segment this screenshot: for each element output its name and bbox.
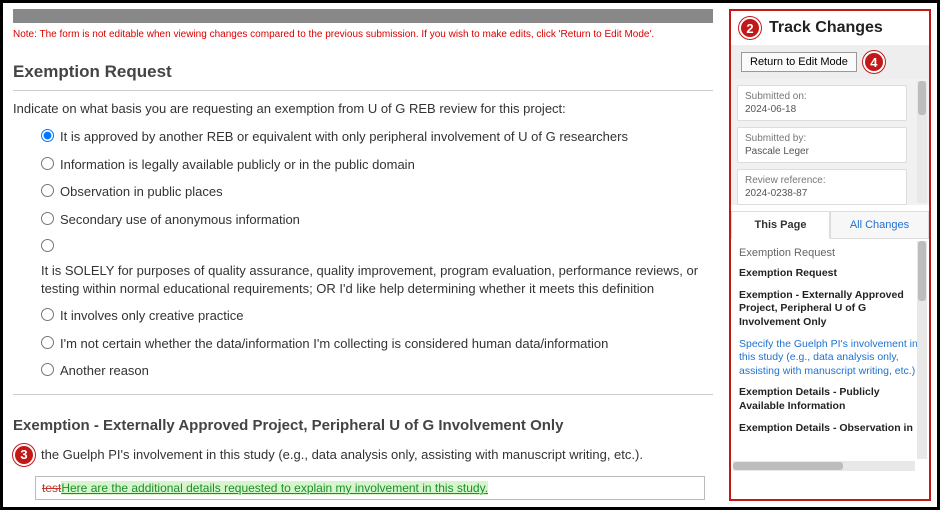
radio-1[interactable] (41, 157, 54, 170)
return-to-edit-button[interactable]: Return to Edit Mode (741, 52, 857, 72)
scrollbar-thumb[interactable] (918, 81, 926, 115)
meta-submitted-on: Submitted on: 2024-06-18 (737, 85, 907, 121)
callout-badge-2: 2 (739, 17, 761, 39)
meta-value: 2024-06-18 (745, 104, 899, 115)
panel-tabs: This Page All Changes (731, 211, 929, 239)
option-blank-solely[interactable] (41, 238, 713, 252)
meta-value: 2024-0238-87 (745, 188, 899, 199)
readonly-note: Note: The form is not editable when view… (13, 29, 713, 40)
radio-3[interactable] (41, 212, 54, 225)
list-scrollbar-vertical[interactable] (917, 241, 927, 459)
option-creative-practice[interactable]: It involves only creative practice (41, 307, 713, 325)
tab-all-changes[interactable]: All Changes (830, 211, 929, 239)
app-frame: Note: The form is not editable when view… (0, 0, 940, 510)
radio-5[interactable] (41, 308, 54, 321)
option-label: I'm not certain whether the data/informa… (60, 335, 608, 353)
option-label: Secondary use of anonymous information (60, 211, 300, 229)
changes-list: Exemption Request Exemption Request Exem… (731, 239, 929, 473)
meta-scrollbar[interactable] (917, 81, 927, 203)
section1-title: Exemption Request (13, 62, 713, 82)
option-label: Information is legally available publicl… (60, 156, 415, 174)
tracked-deleted-text: test (42, 481, 61, 495)
option-not-certain[interactable]: I'm not certain whether the data/informa… (41, 335, 713, 353)
option-public-domain[interactable]: Information is legally available publicl… (41, 156, 713, 174)
tab-this-page[interactable]: This Page (731, 211, 830, 239)
list-item[interactable]: Exemption - Externally Approved Project,… (739, 289, 921, 330)
scrollbar-thumb[interactable] (733, 462, 843, 470)
option-secondary-anonymous[interactable]: Secondary use of anonymous information (41, 211, 713, 229)
radio-7[interactable] (41, 363, 54, 376)
callout-badge-4: 4 (863, 51, 885, 73)
option-another-reason[interactable]: Another reason (41, 362, 713, 380)
top-gray-bar (13, 9, 713, 23)
solely-description: It is SOLELY for purposes of quality ass… (41, 262, 713, 297)
list-scrollbar-horizontal[interactable] (733, 461, 915, 471)
callout-badge-3: 3 (13, 444, 35, 466)
option-label: It is approved by another REB or equival… (60, 128, 628, 146)
section2-prompt-row: 3 the Guelph PI's involvement in this st… (13, 444, 713, 466)
option-label: It involves only creative practice (60, 307, 244, 325)
list-item[interactable]: Exemption Request (739, 267, 921, 281)
panel-title: Track Changes (769, 19, 883, 37)
scrollbar-thumb[interactable] (918, 241, 926, 301)
list-section-header: Exemption Request (739, 247, 921, 259)
divider (13, 394, 713, 395)
main-form: Note: The form is not editable when view… (3, 3, 723, 507)
option-label: Observation in public places (60, 183, 223, 201)
radio-6[interactable] (41, 336, 54, 349)
meta-label: Review reference: (745, 175, 899, 186)
option-observation[interactable]: Observation in public places (41, 183, 713, 201)
radio-4[interactable] (41, 239, 54, 252)
meta-value: Pascale Leger (745, 146, 899, 157)
meta-label: Submitted by: (745, 133, 899, 144)
section2-prompt: the Guelph PI's involvement in this stud… (41, 447, 643, 462)
meta-label: Submitted on: (745, 91, 899, 102)
section1-prompt: Indicate on what basis you are requestin… (13, 101, 713, 116)
list-item-link[interactable]: Specify the Guelph PI's involvement in t… (739, 338, 921, 379)
meta-submitted-by: Submitted by: Pascale Leger (737, 127, 907, 163)
section2-title: Exemption - Externally Approved Project,… (13, 417, 713, 434)
exemption-options: It is approved by another REB or equival… (41, 128, 713, 380)
meta-wrap: Submitted on: 2024-06-18 Submitted by: P… (731, 79, 929, 205)
track-changes-panel: 2 Track Changes Return to Edit Mode 4 Su… (729, 9, 931, 501)
return-row: Return to Edit Mode 4 (731, 45, 929, 79)
radio-2[interactable] (41, 184, 54, 197)
option-approved-other-reb[interactable]: It is approved by another REB or equival… (41, 128, 713, 146)
option-label: Another reason (60, 362, 149, 380)
divider (13, 90, 713, 91)
list-item[interactable]: Exemption Details - Publicly Available I… (739, 386, 921, 413)
tracked-inserted-text: Here are the additional details requeste… (61, 481, 488, 495)
involvement-field[interactable]: testHere are the additional details requ… (35, 476, 705, 500)
panel-header: 2 Track Changes (731, 11, 929, 45)
meta-review-ref: Review reference: 2024-0238-87 (737, 169, 907, 205)
list-item[interactable]: Exemption Details - Observation in (739, 422, 921, 436)
radio-0[interactable] (41, 129, 54, 142)
